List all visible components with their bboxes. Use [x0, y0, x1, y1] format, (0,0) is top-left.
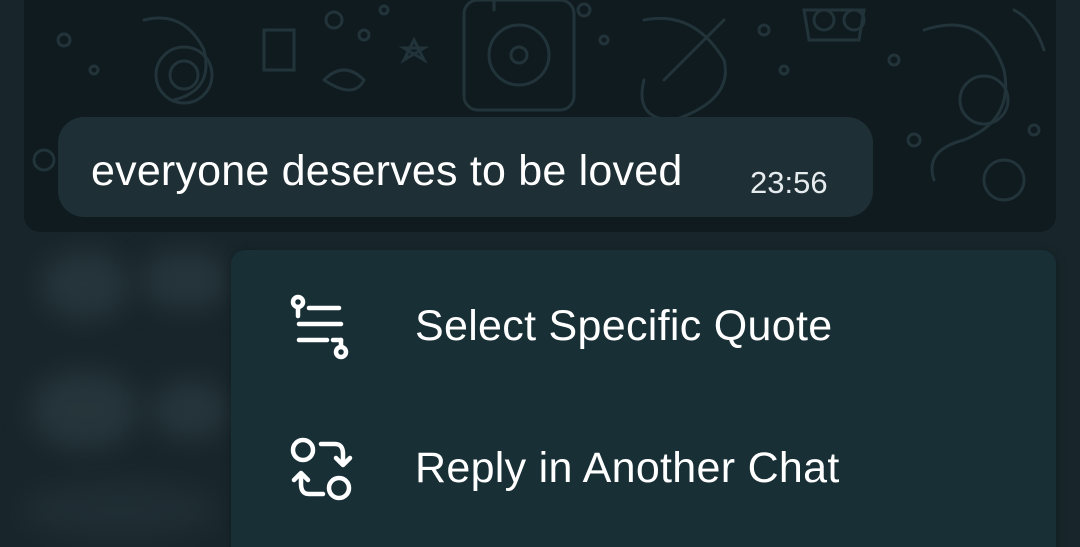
- menu-item-reply-in-another-chat[interactable]: Reply in Another Chat: [231, 396, 1056, 536]
- menu-item-label: Select Specific Quote: [415, 302, 833, 350]
- message-timestamp: 23:56: [750, 165, 828, 200]
- message-text: everyone deserves to be loved: [91, 147, 683, 195]
- chat-preview: everyone deserves to be loved 23:56: [24, 0, 1056, 232]
- message-bubble[interactable]: everyone deserves to be loved 23:56: [58, 117, 873, 217]
- reply-another-chat-icon: [290, 437, 353, 501]
- context-menu: Select Specific Quote Reply in Another C…: [231, 250, 1056, 547]
- menu-item-label: Reply in Another Chat: [415, 444, 840, 492]
- screen: everyone deserves to be loved 23:56 Sele…: [0, 0, 1080, 547]
- quote-select-icon: [290, 294, 349, 360]
- menu-item-select-specific-quote[interactable]: Select Specific Quote: [231, 254, 1056, 394]
